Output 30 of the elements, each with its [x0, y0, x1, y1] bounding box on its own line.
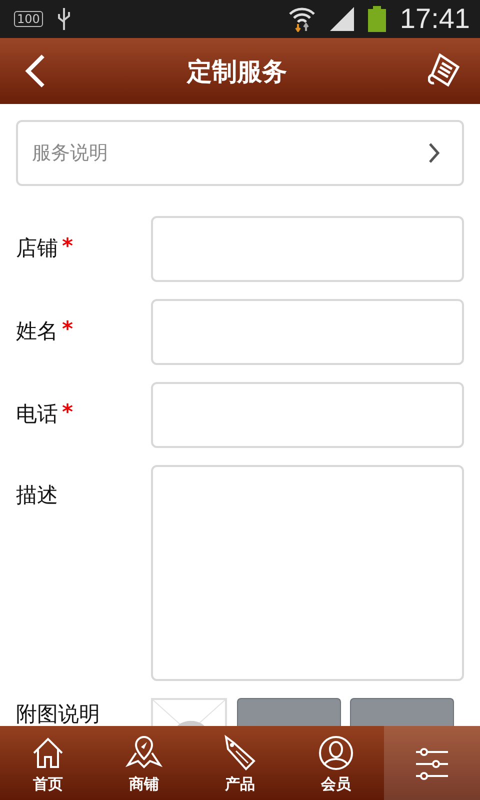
- description-textarea[interactable]: [151, 465, 464, 681]
- input-field[interactable]: [151, 299, 464, 365]
- field-label: 电话: [16, 401, 58, 428]
- input-field[interactable]: [151, 216, 464, 282]
- back-icon[interactable]: [24, 54, 46, 88]
- required-mark: *: [62, 317, 73, 343]
- battery-indicator: 100: [14, 11, 43, 27]
- clock-time: 17:41: [400, 3, 470, 35]
- scroll-icon[interactable]: [428, 53, 462, 89]
- nav-tab[interactable]: 产品: [192, 726, 288, 800]
- chevron-right-icon: [428, 142, 440, 164]
- service-description-row[interactable]: 服务说明: [16, 120, 464, 186]
- nav-tab[interactable]: [384, 726, 480, 800]
- usb-icon: [56, 6, 71, 32]
- action-button[interactable]: [237, 698, 341, 726]
- page-title: 定制服务: [187, 56, 287, 88]
- field-label: 姓名: [16, 318, 58, 345]
- signal-icon: [330, 7, 354, 31]
- field-label: 描述: [16, 482, 58, 509]
- required-mark: *: [62, 234, 73, 260]
- row-label: 服务说明: [32, 141, 108, 166]
- wifi-icon: [288, 6, 316, 32]
- nav-tab[interactable]: 会员: [288, 726, 384, 800]
- field-label: 附图说明: [16, 701, 100, 728]
- nav-tab[interactable]: 首页: [0, 726, 96, 800]
- required-mark: *: [62, 400, 73, 426]
- field-label: 店铺: [16, 235, 58, 262]
- battery-icon: [368, 6, 386, 32]
- nav-tab[interactable]: 商铺: [96, 726, 192, 800]
- input-field[interactable]: [151, 382, 464, 448]
